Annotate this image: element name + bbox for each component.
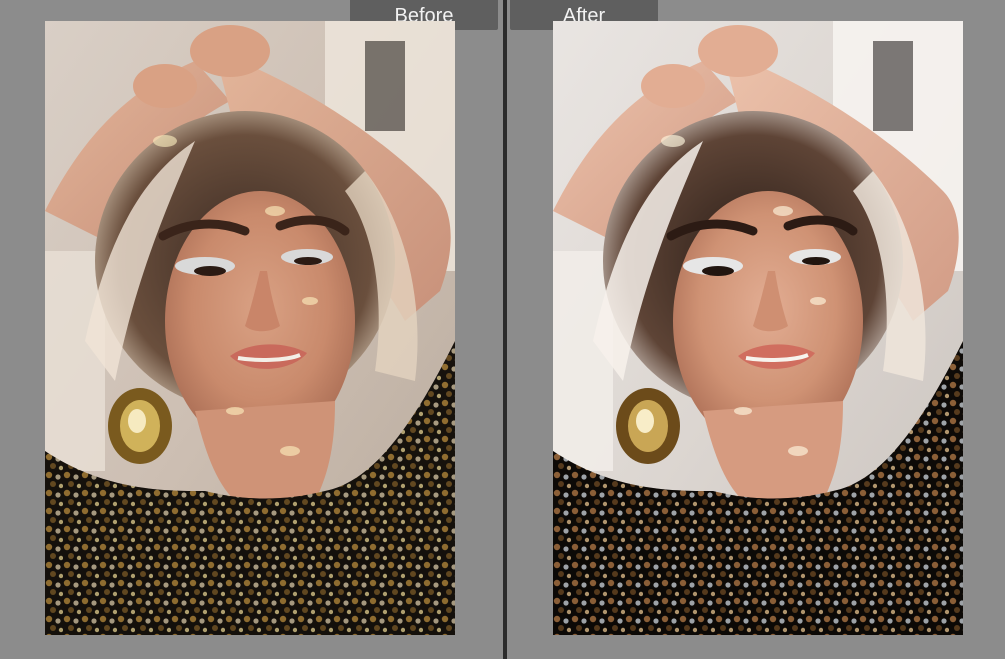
before-photo-image bbox=[45, 21, 455, 635]
before-photo[interactable] bbox=[45, 21, 455, 635]
pane-divider[interactable] bbox=[503, 0, 507, 659]
after-photo[interactable] bbox=[553, 21, 963, 635]
compare-workspace: Before After bbox=[0, 0, 1005, 659]
after-photo-image bbox=[553, 21, 963, 635]
